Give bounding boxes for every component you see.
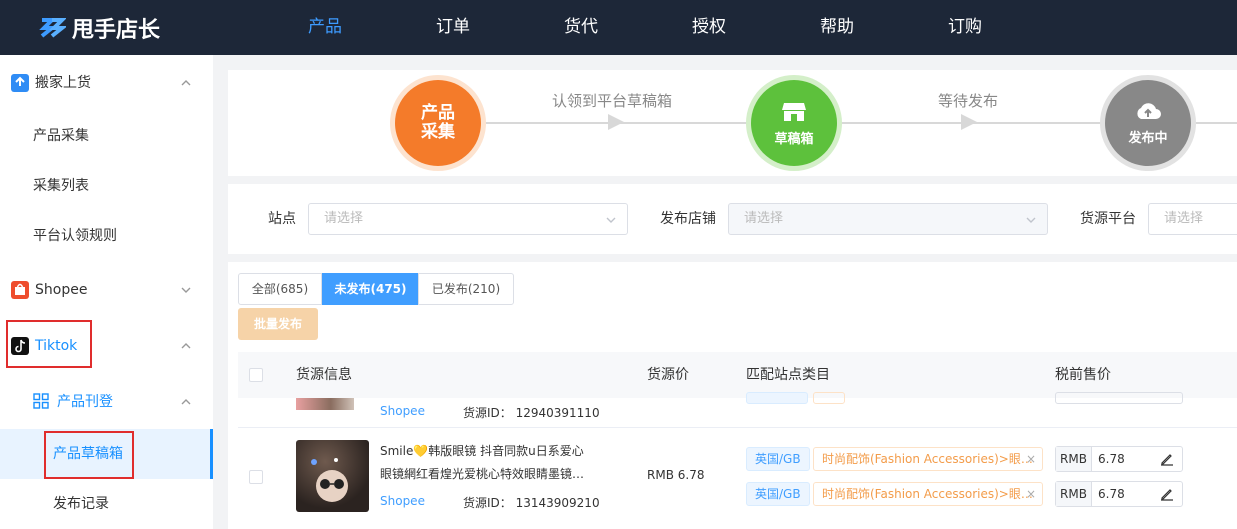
step-publishing: 发布中	[1105, 80, 1191, 166]
store-icon	[782, 102, 806, 121]
step-arrow-label: 等待发布	[938, 92, 999, 110]
column-header: 货源信息	[296, 367, 352, 383]
sidebar-subgroup-listing[interactable]: 产品刊登	[0, 374, 213, 430]
sidebar: 搬家上货 产品采集 采集列表 平台认领规则 Shopee Tiktok 产品刊登…	[0, 55, 213, 529]
category-text: 时尚配饰(Fashion Accessories)>眼…	[822, 452, 1033, 466]
sidebar-group-label: Shopee	[35, 282, 88, 298]
product-list: 全部(685) 未发布(475) 已发布(210) 批量发布 货源信息 货源价 …	[228, 262, 1237, 529]
close-icon[interactable]: ×	[1026, 448, 1036, 470]
product-title[interactable]: Smile💛韩版眼镜 抖音同款u日系爱心	[380, 442, 584, 459]
source-id: 货源ID： 13143909210	[463, 496, 600, 510]
tab-unpublished[interactable]: 未发布(475)	[322, 273, 419, 305]
chevron-up-icon	[181, 80, 191, 86]
source-platform-select[interactable]: 请选择	[1148, 203, 1237, 235]
top-navbar: 甩手店长 产品 订单 货代 授权 帮助 订购	[0, 0, 1237, 55]
platform-link[interactable]: Shopee	[380, 404, 425, 418]
logo-text: 甩手店长	[72, 18, 161, 43]
site-select[interactable]: 请选择	[308, 203, 628, 235]
column-header: 货源价	[647, 367, 689, 383]
step-title-line: 采集	[421, 122, 455, 142]
site-placeholder: 请选择	[324, 211, 364, 226]
tab-all[interactable]: 全部(685)	[238, 273, 322, 305]
step-title-line: 产品	[421, 103, 455, 123]
sidebar-group-shopee[interactable]: Shopee	[0, 262, 213, 318]
source-platform-label: 货源平台	[1080, 211, 1136, 227]
chevron-up-icon	[181, 343, 191, 349]
edit-pencil-icon[interactable]	[1160, 452, 1174, 466]
filter-bar: 站点 请选择 发布店铺 请选择 货源平台 请选择	[228, 184, 1237, 254]
grid-icon	[33, 393, 49, 409]
batch-publish-button[interactable]: 批量发布	[238, 308, 318, 340]
currency-label: RMB	[1056, 482, 1092, 506]
table-row: Smile💛韩版眼镜 抖音同款u日系爱心 眼镜網红看煌光爱桃心特效眼睛墨镜… S…	[238, 428, 1237, 529]
shop-placeholder: 请选择	[744, 211, 784, 226]
price-input[interactable]: RMB 6.78	[1055, 481, 1183, 507]
sidebar-item-publish-records[interactable]: 发布记录	[0, 479, 213, 529]
arrow-right-icon	[961, 114, 977, 130]
category-text: 时尚配饰(Fashion Accessories)>眼…	[822, 487, 1033, 501]
sidebar-item-claim-rules[interactable]: 平台认领规则	[0, 211, 213, 261]
sidebar-group-move[interactable]: 搬家上货	[0, 55, 213, 111]
chevron-up-icon	[181, 399, 191, 405]
cloud-upload-icon	[1137, 102, 1161, 119]
step-title: 草稿箱	[774, 131, 814, 147]
price-input[interactable]	[1055, 392, 1183, 404]
currency-label: RMB	[1056, 447, 1092, 471]
process-steps: 认领到平台草稿箱 等待发布 产品 采集 草稿箱 发布中	[228, 70, 1237, 176]
category-tag	[813, 392, 845, 404]
tab-published[interactable]: 已发布(210)	[418, 273, 514, 305]
status-tabs: 全部(685) 未发布(475) 已发布(210)	[238, 273, 638, 305]
category-tag[interactable]: 时尚配饰(Fashion Accessories)>眼… ×	[813, 482, 1043, 506]
nav-products[interactable]: 产品	[295, 0, 355, 55]
category-tag[interactable]: 时尚配饰(Fashion Accessories)>眼… ×	[813, 447, 1043, 471]
site-label: 站点	[268, 211, 296, 227]
chevron-down-icon	[606, 217, 616, 223]
nav-orders[interactable]: 订单	[423, 0, 483, 55]
sidebar-group-label: 搬家上货	[35, 75, 91, 91]
sidebar-item-collect[interactable]: 产品采集	[0, 111, 213, 161]
nav-authorize[interactable]: 授权	[679, 0, 739, 55]
platform-link[interactable]: Shopee	[380, 494, 425, 508]
step-drafts: 草稿箱	[751, 80, 837, 166]
chevron-down-icon	[181, 287, 191, 293]
nav-forwarder[interactable]: 货代	[551, 0, 611, 55]
source-id: 货源ID： 12940391110	[463, 406, 600, 420]
price-value: 6.78	[1098, 487, 1125, 501]
step-line	[1186, 122, 1237, 124]
arrow-right-icon	[608, 114, 624, 130]
edit-pencil-icon[interactable]	[1160, 487, 1174, 501]
site-tag: 英国/GB	[746, 482, 810, 506]
shopee-bag-icon	[11, 281, 29, 299]
shop-label: 发布店铺	[660, 211, 716, 227]
step-arrow-label: 认领到平台草稿箱	[552, 92, 673, 110]
chevron-down-icon	[1026, 217, 1036, 223]
sidebar-item-collect-list[interactable]: 采集列表	[0, 161, 213, 211]
logo[interactable]: 甩手店长	[38, 12, 160, 44]
site-tag	[746, 392, 808, 404]
highlight-box	[44, 431, 134, 479]
shop-select[interactable]: 请选择	[728, 203, 1048, 235]
price-value: 6.78	[1098, 452, 1125, 466]
close-icon[interactable]: ×	[1026, 483, 1036, 505]
table-row: Shopee 货源ID： 12940391110	[238, 392, 1237, 428]
nav-subscribe[interactable]: 订购	[935, 0, 995, 55]
price-input[interactable]: RMB 6.78	[1055, 446, 1183, 472]
product-thumbnail[interactable]	[296, 440, 369, 512]
step-title: 发布中	[1128, 130, 1168, 146]
site-tag: 英国/GB	[746, 447, 810, 471]
select-all-checkbox[interactable]	[249, 368, 263, 382]
sidebar-subgroup-label: 产品刊登	[57, 394, 113, 410]
step-collect: 产品 采集	[395, 80, 481, 166]
logo-icon	[39, 18, 66, 38]
nav-help[interactable]: 帮助	[807, 0, 867, 55]
source-price: RMB 6.78	[647, 468, 705, 482]
product-thumbnail[interactable]	[296, 398, 354, 410]
glasses-photo-icon	[311, 458, 348, 502]
highlight-box	[6, 320, 92, 368]
source-platform-placeholder: 请选择	[1164, 211, 1204, 226]
row-checkbox[interactable]	[249, 470, 263, 484]
product-title[interactable]: 眼镜網红看煌光爱桃心特效眼睛墨镜…	[380, 465, 584, 482]
upload-box-icon	[11, 74, 29, 92]
